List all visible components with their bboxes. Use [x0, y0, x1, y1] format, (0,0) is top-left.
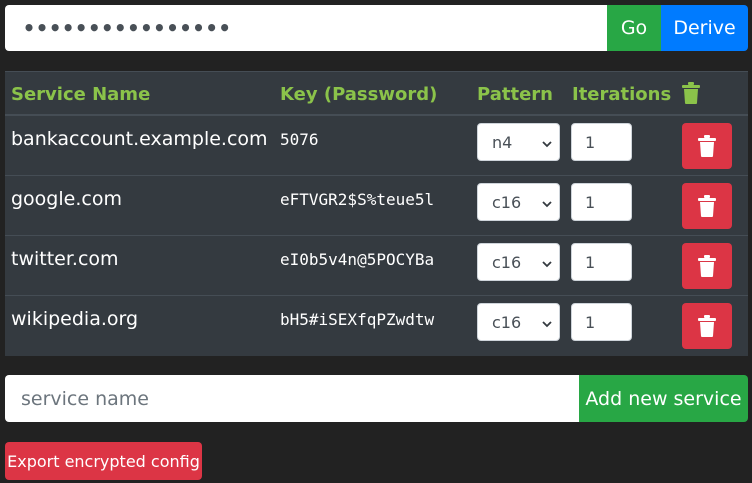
pattern-select[interactable]: n4 [477, 123, 560, 161]
trash-icon [698, 135, 716, 157]
table-row: twitter.com eI0b5v4n@5POCYBa c16 1 [5, 236, 748, 296]
iterations-value: 1 [585, 192, 596, 212]
pattern-value: n4 [492, 132, 513, 152]
trash-icon [698, 195, 716, 217]
delete-service-button[interactable] [682, 123, 732, 169]
pattern-value: c16 [492, 312, 522, 332]
iterations-input[interactable]: 1 [571, 303, 632, 341]
table-row: bankaccount.example.com 5076 n4 1 [5, 116, 748, 176]
add-new-service-button[interactable]: Add new service [579, 375, 748, 422]
chevron-down-icon [541, 255, 553, 268]
master-password-bar: Go Derive [5, 5, 748, 51]
header-key: Key (Password) [280, 84, 438, 105]
iterations-value: 1 [585, 132, 596, 152]
key-cell: eFTVGR2$S%teue5l [280, 190, 435, 209]
key-cell: eI0b5v4n@5POCYBa [280, 250, 435, 269]
derive-button[interactable]: Derive [661, 5, 748, 51]
delete-service-button[interactable] [682, 243, 732, 289]
add-service-bar: Add new service [5, 375, 748, 422]
table-body: bankaccount.example.com 5076 n4 1 google.com… [5, 116, 748, 356]
iterations-value: 1 [585, 312, 596, 332]
service-name-input[interactable] [5, 375, 579, 422]
service-name-cell: bankaccount.example.com [11, 128, 268, 150]
master-password-input[interactable] [5, 5, 607, 51]
pattern-value: c16 [492, 192, 522, 212]
trash-icon [698, 315, 716, 337]
header-iterations: Iterations [572, 84, 672, 105]
service-name-cell: wikipedia.org [11, 308, 139, 330]
iterations-input[interactable]: 1 [571, 123, 632, 161]
delete-service-button[interactable] [682, 303, 732, 349]
trash-icon [698, 255, 716, 277]
table-row: wikipedia.org bH5#iSEXfqPZwdtw c16 1 [5, 296, 748, 356]
service-name-cell: twitter.com [11, 248, 119, 270]
services-table: Service Name Key (Password) Pattern Iter… [5, 71, 748, 356]
delete-service-button[interactable] [682, 183, 732, 229]
pattern-select[interactable]: c16 [477, 303, 560, 341]
key-cell: 5076 [280, 130, 319, 149]
pattern-select[interactable]: c16 [477, 183, 560, 221]
iterations-input[interactable]: 1 [571, 183, 632, 221]
header-service-name: Service Name [11, 84, 151, 105]
chevron-down-icon [541, 135, 553, 148]
pattern-select[interactable]: c16 [477, 243, 560, 281]
service-name-cell: google.com [11, 188, 122, 210]
pattern-value: c16 [492, 252, 522, 272]
table-header: Service Name Key (Password) Pattern Iter… [5, 72, 748, 116]
go-button[interactable]: Go [607, 5, 661, 51]
iterations-value: 1 [585, 252, 596, 272]
chevron-down-icon [541, 195, 553, 208]
export-encrypted-config-button[interactable]: Export encrypted config [5, 442, 202, 480]
key-cell: bH5#iSEXfqPZwdtw [280, 310, 435, 329]
trash-icon [682, 82, 700, 109]
header-pattern: Pattern [477, 84, 553, 105]
iterations-input[interactable]: 1 [571, 243, 632, 281]
table-row: google.com eFTVGR2$S%teue5l c16 1 [5, 176, 748, 236]
chevron-down-icon [541, 315, 553, 328]
